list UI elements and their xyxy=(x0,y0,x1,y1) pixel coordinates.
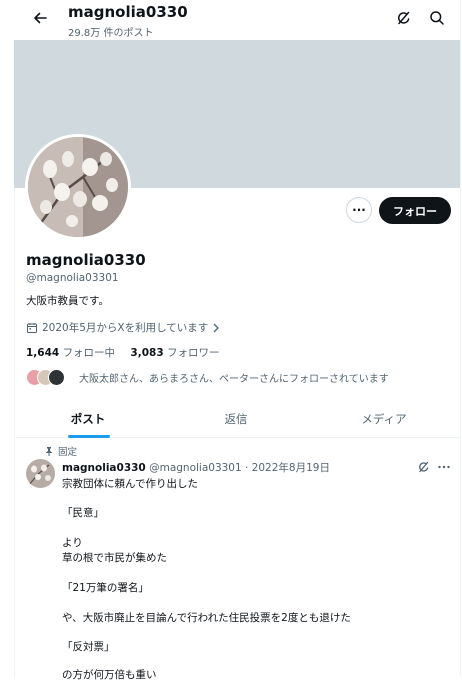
avatar-image xyxy=(28,137,128,237)
calendar-icon xyxy=(27,322,37,333)
profile-header: magnolia0330 29.8万 件のポスト xyxy=(14,0,460,40)
tweet-line: や、大阪市廃止を目論んで行われた住民投票を2度とも退けた xyxy=(62,612,351,624)
tab-label: ポスト xyxy=(70,411,106,426)
tweet-line: より xyxy=(62,537,83,549)
pinned-label: 固定 xyxy=(58,447,78,458)
tweet-line: 草の根で市民が集めた xyxy=(62,552,167,564)
pin-icon xyxy=(46,447,52,456)
search-icon[interactable] xyxy=(428,9,446,27)
pinned-indicator: 固定 xyxy=(44,444,77,458)
more-icon[interactable] xyxy=(437,460,451,474)
tweet-author-name[interactable]: magnolia0330 xyxy=(62,462,146,474)
header-post-count: 29.8万 件のポスト xyxy=(68,28,154,39)
tweet-line: 「民意」 xyxy=(62,507,104,519)
profile-avatar[interactable] xyxy=(25,134,131,240)
arrow-left-icon[interactable] xyxy=(30,8,50,28)
active-tab-indicator xyxy=(68,435,110,438)
following-count: 1,644 xyxy=(26,347,60,359)
grok-icon[interactable] xyxy=(417,460,431,474)
tweet-line: 「反対票」 xyxy=(62,641,115,653)
tab-posts[interactable]: ポスト xyxy=(14,400,162,437)
profile-stats: 1,644 フォロー中 3,083 フォロワー xyxy=(26,345,219,360)
chevron-right-icon[interactable] xyxy=(212,323,220,333)
tab-label: メディア xyxy=(361,411,407,426)
tweet-line: の方が何万倍も重い xyxy=(62,669,157,681)
header-username: magnolia0330 xyxy=(68,3,188,21)
followers-count: 3,083 xyxy=(130,347,164,359)
profile-joined: 2020年5月からXを利用しています xyxy=(26,320,220,335)
joined-text: 2020年5月からXを利用しています xyxy=(42,322,209,334)
tweet-handle-date[interactable]: @magnolia03301 · 2022年8月19日 xyxy=(149,462,330,474)
followed-by-text: 大阪太郎さん、あらまろさん、ペーターさんにフォローされています xyxy=(79,374,389,385)
tweet-line: 「21万筆の署名」 xyxy=(62,582,149,594)
profile-display-name: magnolia0330 xyxy=(26,251,146,269)
tweet-line: 宗教団体に頼んで作り出した xyxy=(62,478,198,490)
tab-media[interactable]: メディア xyxy=(310,400,458,437)
followers-label: フォロワー xyxy=(166,347,220,359)
grok-icon[interactable] xyxy=(395,9,413,27)
tweet-meta: magnolia0330 @magnolia03301 · 2022年8月19日 xyxy=(62,460,330,475)
follow-button[interactable]: フォロー xyxy=(379,197,451,224)
more-options-button[interactable]: ··· xyxy=(346,197,372,223)
profile-handle: @magnolia03301 xyxy=(26,272,119,284)
right-border xyxy=(460,0,461,677)
following-link[interactable]: 1,644 フォロー中 xyxy=(26,347,115,359)
mutual-avatar xyxy=(48,369,65,386)
tab-label: 返信 xyxy=(224,411,248,426)
profile-bio: 大阪市教員です。 xyxy=(26,295,109,307)
following-label: フォロー中 xyxy=(62,347,116,359)
tab-replies[interactable]: 返信 xyxy=(162,400,310,437)
tweet-avatar[interactable] xyxy=(26,459,55,488)
followers-link[interactable]: 3,083 フォロワー xyxy=(130,347,219,359)
followed-by[interactable]: 大阪太郎さん、あらまろさん、ペーターさんにフォローされています xyxy=(26,369,389,386)
profile-tabs: ポスト 返信 メディア xyxy=(14,400,460,438)
